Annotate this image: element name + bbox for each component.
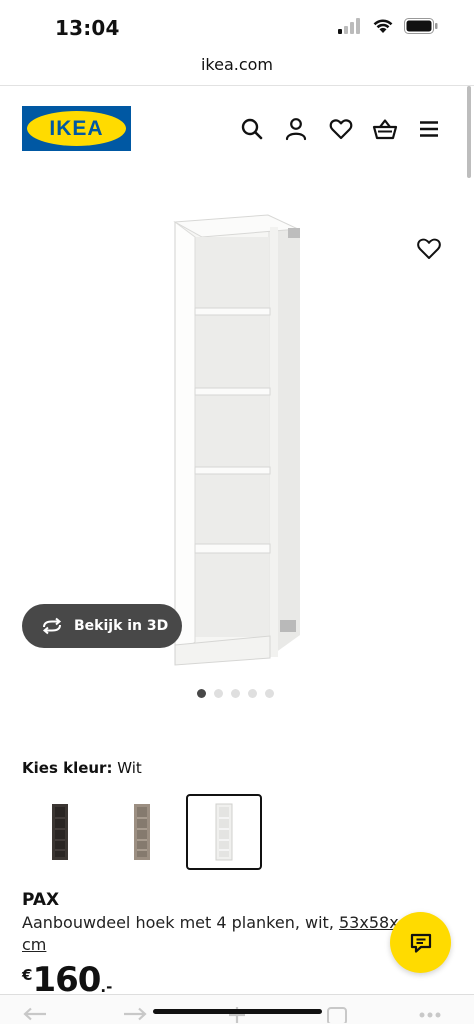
product-dimensions-unit[interactable]: cm: [22, 935, 46, 954]
logo-text: IKEA: [49, 116, 104, 140]
home-indicator: [153, 1009, 322, 1014]
price-currency: €: [22, 966, 33, 984]
chat-button[interactable]: [390, 912, 451, 973]
swatch-grey-beige-image: [134, 804, 150, 860]
view-in-3d-label: Bekijk in 3D: [74, 618, 169, 634]
carousel-dot[interactable]: [248, 689, 257, 698]
basket-icon[interactable]: [372, 116, 398, 142]
chat-icon: [410, 933, 431, 953]
logo-ellipse: IKEA: [27, 111, 126, 146]
view-in-3d-button[interactable]: Bekijk in 3D: [22, 604, 182, 648]
carousel-dot[interactable]: [231, 689, 240, 698]
status-icons: [338, 18, 438, 34]
share-icon[interactable]: [226, 1005, 248, 1023]
heart-icon[interactable]: [328, 116, 354, 142]
forward-arrow-icon[interactable]: [122, 1007, 148, 1021]
carousel-dots: [197, 689, 274, 698]
tabs-icon[interactable]: [326, 1005, 348, 1023]
battery-icon: [404, 18, 438, 34]
menu-icon[interactable]: [416, 116, 442, 142]
carousel-dot[interactable]: [265, 689, 274, 698]
site-header: IKEA: [0, 106, 474, 152]
color-label: Kies kleur: Wit: [22, 759, 142, 777]
product-description-text: Aanbouwdeel hoek met 4 planken, wit,: [22, 913, 334, 932]
swatch-white-image: [215, 803, 233, 861]
status-bar: 13:04: [0, 0, 474, 52]
product-description: Aanbouwdeel hoek met 4 planken, wit, 53x…: [22, 912, 402, 956]
color-selected-value: Wit: [117, 759, 142, 777]
product-dimensions-link[interactable]: 53x58x: [339, 913, 399, 932]
color-swatch-white[interactable]: [186, 794, 262, 870]
color-swatch-grey-beige[interactable]: [104, 794, 180, 870]
url-text[interactable]: ikea.com: [201, 55, 273, 74]
color-swatch-black-brown[interactable]: [22, 794, 98, 870]
back-arrow-icon[interactable]: [22, 1007, 48, 1021]
ikea-logo[interactable]: IKEA: [22, 106, 131, 151]
more-icon[interactable]: [418, 1011, 442, 1019]
search-icon[interactable]: [239, 116, 265, 142]
carousel-dot[interactable]: [197, 689, 206, 698]
color-label-title: Kies kleur:: [22, 759, 113, 777]
signal-icon: [338, 18, 360, 34]
address-bar[interactable]: ikea.com: [0, 52, 474, 86]
wishlist-heart-icon[interactable]: [415, 235, 443, 263]
status-time: 13:04: [55, 16, 120, 40]
account-icon[interactable]: [283, 116, 309, 142]
carousel-dot[interactable]: [214, 689, 223, 698]
wifi-icon: [373, 19, 393, 33]
product-name: PAX: [22, 890, 60, 910]
rotate-3d-icon: [42, 617, 62, 635]
swatch-black-brown-image: [52, 804, 68, 860]
